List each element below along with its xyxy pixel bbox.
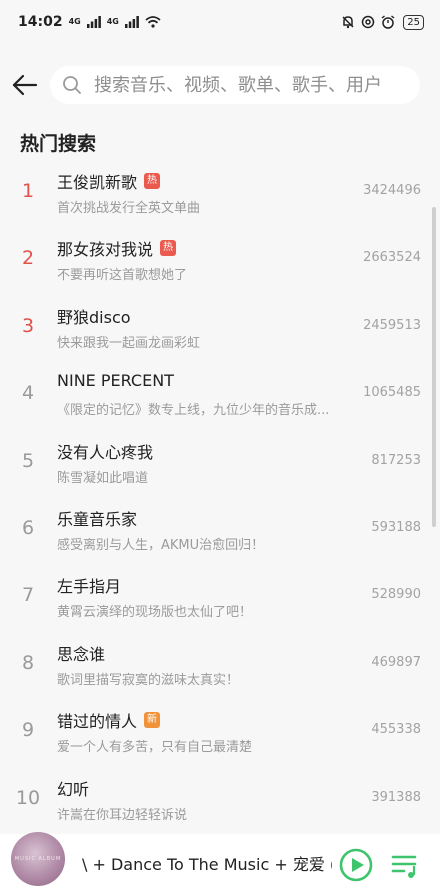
item-title: 左手指月 [57,577,122,597]
item-description: 感受离别与人生，AKMU治愈回归！ [57,537,265,553]
play-button[interactable] [339,848,373,882]
item-title: 幻听 [57,779,90,799]
hot-search-item[interactable]: 7 左手指月黄霄云演绎的现场版也太仙了吧！ 528990 [0,564,440,631]
item-title: 思念谁 [57,644,106,664]
search-count: 1065485 [363,385,421,401]
rank-number: 3 [21,314,35,337]
signal-label-2: 4G [106,17,119,26]
item-description: 许嵩在你耳边轻轻诉说 [57,807,188,823]
search-count: 817253 [371,452,421,468]
search-count: 593188 [371,519,421,535]
at-sign-icon [362,15,375,29]
rank-number: 4 [21,382,35,405]
item-description: 快来跟我一起画龙画彩虹 [57,335,201,351]
hot-badge: 热 [144,173,161,189]
hot-search-title: 热门搜索 [20,133,97,155]
item-title-row: 左手指月 [57,573,121,597]
mini-player[interactable]: MUSIC ALBUM \ + Dance To The Music + 宠爱 … [0,832,440,888]
item-title: 王俊凯新歌 [57,173,138,192]
new-badge: 新 [144,712,161,729]
battery-indicator: 25 [403,14,424,30]
hot-search-item[interactable]: 4 NINE PERCENT 《限定的记忆》数专上线，九位少年的音乐成... 1065… [0,362,440,429]
item-description: 《限定的记忆》数专上线，九位少年的音乐成... [57,403,330,419]
search-count: 455338 [371,722,421,738]
search-count: 528990 [371,587,421,603]
item-title: 没有人心疼我 [57,442,154,462]
item-title-row: 王俊凯新歌热 [57,169,161,193]
status-bar: 14:02 4G 4G 25 [0,0,440,44]
item-title: 野狼disco [57,307,131,327]
rank-number: 9 [21,719,35,742]
signal-icon-2 [124,16,139,28]
item-description: 爱一个人有多苦，只有自己最清楚 [57,740,253,756]
album-cover-text: MUSIC ALBUM [14,856,62,862]
rank-number: 7 [21,584,35,607]
search-count: 391388 [371,789,421,805]
item-title: 错过的情人 [57,712,138,732]
rank-number: 2 [21,247,35,270]
item-title-row: 乐童音乐家 [57,506,137,530]
now-playing-title[interactable]: \ + Dance To The Music + 宠爱 (Live) [82,851,332,875]
wifi-icon [145,16,161,28]
hot-search-item[interactable]: 1 王俊凯新歌热首次挑战发行全英文单曲 3424496 [0,160,440,227]
item-title-row: 错过的情人新 [57,708,161,732]
hot-search-item[interactable]: 6 乐童音乐家感受离别与人生，AKMU治愈回归！ 593188 [0,497,440,564]
search-count: 469897 [371,654,421,670]
back-button[interactable] [8,68,42,102]
item-description: 歌词里描写寂寞的滋味太真实！ [57,672,240,688]
rank-number: 8 [21,651,35,674]
album-cover[interactable]: MUSIC ALBUM [11,832,65,886]
back-arrow-icon [12,74,38,96]
item-title: 乐童音乐家 [57,509,138,529]
search-input[interactable] [94,74,404,96]
item-title-row: 野狼disco [57,304,131,328]
hot-search-item[interactable]: 5 没有人心疼我陈雪凝如此唱道 817253 [0,430,440,497]
item-description: 不要再听这首歌想她了 [57,268,188,284]
scrollbar[interactable] [432,207,436,527]
rank-number: 1 [21,180,35,202]
top-bar [0,62,440,108]
status-left: 14:02 4G 4G [18,14,161,30]
hot-search-item[interactable]: 3 野狼disco 快来跟我一起画龙画彩虹 2459513 [0,295,440,362]
item-title: NINE PERCENT [57,371,174,391]
search-box[interactable] [50,66,420,104]
search-icon [63,76,81,94]
mute-bell-icon [342,16,354,29]
alarm-icon [381,15,395,29]
status-right: 25 [341,14,424,30]
hot-search-list: 1 王俊凯新歌热首次挑战发行全英文单曲 3424496 2 那女孩对我说热不要再听这首歌… [0,160,440,834]
rank-number: 5 [21,449,35,472]
item-title-row: 思念谁 [57,641,105,665]
rank-number: 10 [15,786,41,809]
signal-label-1: 4G [68,17,81,26]
hot-search-item[interactable]: 9 错过的情人新爱一个人有多苦，只有自己最清楚 455338 [0,699,440,766]
item-title-row: NINE PERCENT [57,371,174,390]
hot-badge: 热 [160,240,177,257]
item-description: 陈雪凝如此唱道 [57,470,149,486]
item-title: 那女孩对我说 [57,240,154,260]
rank-number: 6 [21,516,35,539]
item-description: 首次挑战发行全英文单曲 [57,201,201,216]
item-title-row: 没有人心疼我 [57,439,153,463]
search-count: 2459513 [363,317,421,333]
status-time: 14:02 [18,14,63,30]
item-title-row: 幻听 [57,776,89,800]
playlist-icon[interactable] [390,851,420,881]
item-description: 黄霄云演绎的现场版也太仙了吧！ [57,605,253,621]
hot-search-item[interactable]: 8 思念谁歌词里描写寂寞的滋味太真实！ 469897 [0,632,440,699]
item-title-row: 那女孩对我说热 [57,236,177,260]
search-count: 3424496 [363,183,421,198]
hot-search-item[interactable]: 10 幻听许嵩在你耳边轻轻诉说 391388 [0,767,440,834]
search-count: 2663524 [363,250,421,266]
hot-search-item[interactable]: 2 那女孩对我说热不要再听这首歌想她了 2663524 [0,227,440,294]
signal-icon [86,16,101,28]
